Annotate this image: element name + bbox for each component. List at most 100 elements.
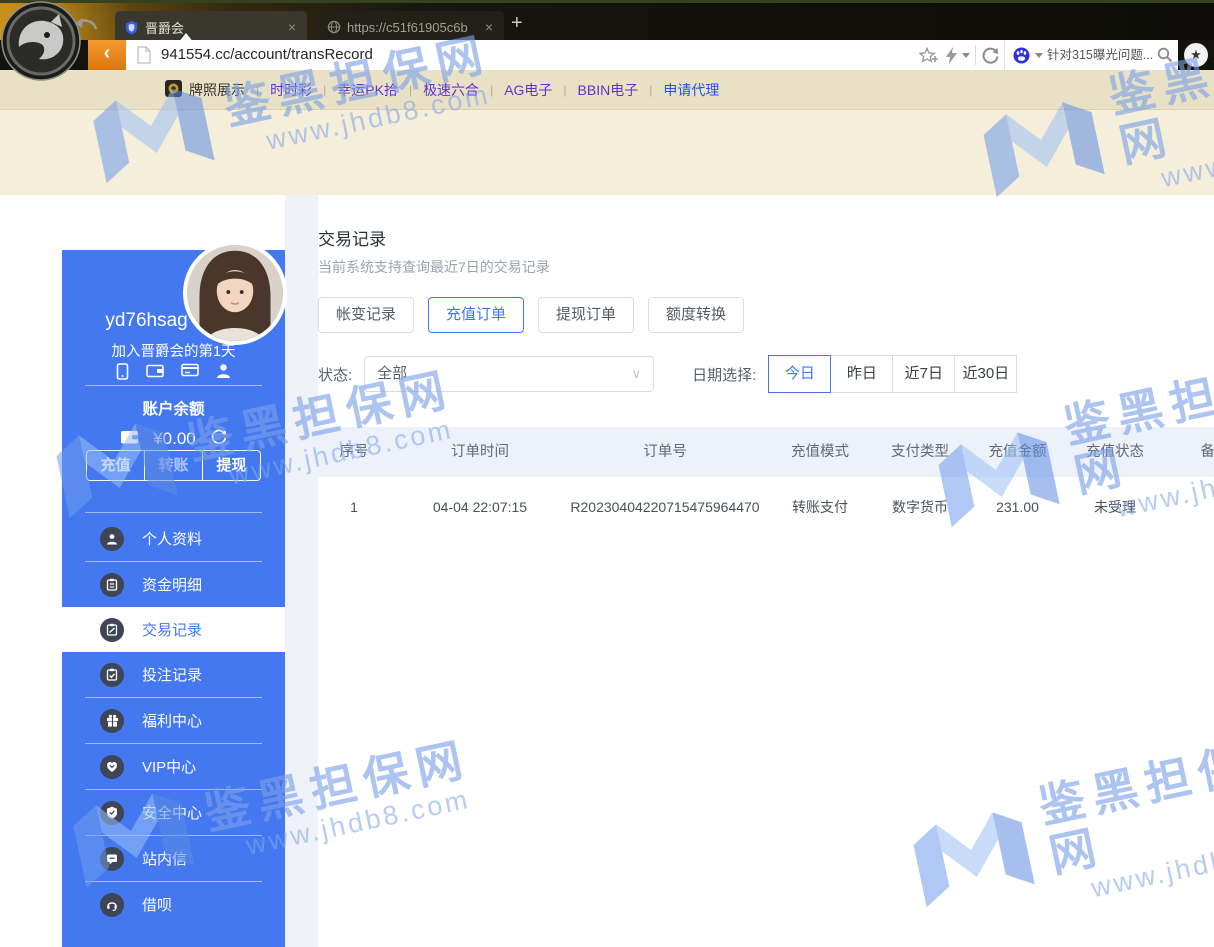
tab-withdraw-orders[interactable]: 提现订单 [538,297,634,333]
transfer-button[interactable]: 转账 [144,451,202,480]
date-yesterday-button[interactable]: 昨日 [830,355,893,393]
tab-close-icon[interactable]: × [286,19,298,35]
separator: | [563,83,566,97]
deposit-button[interactable]: 充值 [87,451,144,480]
tab-deposit-orders[interactable]: 充值订单 [428,297,524,333]
divider [85,385,262,386]
browser-search-box[interactable]: 针对315曝光问题... [1004,40,1178,70]
refresh-icon[interactable] [982,47,999,69]
separator: | [649,83,652,97]
browser-tab-bar: 晋爵会 × https://c51f61905c6b × + [0,0,1214,40]
cheetah-browser-logo[interactable] [1,1,81,86]
tab-quota-convert[interactable]: 额度转换 [648,297,744,333]
tab-title: 晋爵会 [145,18,280,37]
site-links-bar: 牌照展示 | 时时彩 | 幸运PK拾 | 极速六合 | AG电子 | BBIN电… [0,70,1214,110]
clipboard-check-icon [100,663,124,687]
quick-links [62,363,285,385]
page-body: yd76hsagVIP 0 加入晋爵会的第1天 账户余额 ¥0.00 充值 转账… [0,195,1214,947]
col-pay-type: 支付类型 [880,427,960,477]
license-link[interactable]: 牌照展示 [189,80,245,100]
headset-icon [100,893,124,917]
bank-card-icon[interactable] [181,363,199,385]
lightning-dropdown-caret[interactable] [962,53,970,58]
person-icon [100,527,124,551]
page-title: 交易记录 [318,225,386,250]
bookmark-add-icon[interactable] [919,47,939,69]
sidebar-item-vip-center[interactable]: VIP中心 [62,744,285,789]
license-icon [165,80,182,100]
tab-favicon-icon [124,20,139,35]
url-input[interactable]: 941554.cc/account/transRecord [161,40,373,70]
tab-account-change[interactable]: 帐变记录 [318,297,414,333]
gift-icon [100,709,124,733]
balance-actions: 充值 转账 提现 [86,450,261,481]
sidebar-item-funds-detail[interactable]: 资金明细 [62,562,285,607]
phone-icon[interactable] [116,363,129,385]
date-7days-button[interactable]: 近7日 [892,355,955,393]
apply-agent-link[interactable]: 申请代理 [663,80,719,100]
message-icon [100,847,124,871]
topbar-link-pk10[interactable]: 幸运PK拾 [337,80,398,100]
sidebar-item-site-mail[interactable]: 站内信 [62,836,285,881]
tab-close-icon[interactable]: × [483,19,495,35]
table-row: 1 04-04 22:07:15 R2023040422071547596447… [318,477,1214,537]
clipboard-pen-icon [100,618,124,642]
col-deposit-mode: 充值模式 [760,427,880,477]
date-label: 日期选择: [692,364,756,385]
cell-remark [1155,477,1214,537]
search-input[interactable]: 针对315曝光问题... [1047,40,1153,70]
col-status: 充值状态 [1075,427,1155,477]
search-engine-caret[interactable] [1035,53,1043,58]
sidebar-item-loan[interactable]: 借呗 [62,882,285,927]
favorites-star-button[interactable]: ★ [1184,43,1208,67]
refresh-balance-icon[interactable] [210,428,227,450]
person-icon[interactable] [216,363,231,385]
clipboard-icon [100,573,124,597]
new-tab-button[interactable]: + [511,13,523,33]
col-index: 序号 [318,427,390,477]
separator: | [490,83,493,97]
filter-row: 状态: 全部 ∨ 日期选择: 今日 昨日 近7日 近30日 [318,355,1017,393]
search-icon[interactable] [1157,47,1173,68]
cell-order-time: 04-04 22:07:15 [390,477,570,537]
cell-order-no: R20230404220715475964470 [570,477,760,537]
wallet-icon [120,429,139,450]
lightning-icon[interactable] [946,47,957,69]
withdraw-button[interactable]: 提现 [202,451,260,480]
sidebar-item-transaction-record[interactable]: 交易记录 [62,607,285,652]
date-today-button[interactable]: 今日 [768,355,831,393]
cell-deposit-mode: 转账支付 [760,477,880,537]
transaction-record-panel: 交易记录 当前系统支持查询最近7日的交易记录 帐变记录 充值订单 提现订单 额度… [318,195,1214,947]
wallet-icon[interactable] [146,363,164,385]
topbar-link-ssc[interactable]: 时时彩 [270,80,312,100]
sidebar-item-welfare-center[interactable]: 福利中心 [62,698,285,743]
globe-icon [327,20,341,34]
shield-check-icon [100,801,124,825]
status-select[interactable]: 全部 ∨ [364,356,654,392]
tab-title: https://c51f61905c6b [347,20,477,35]
layout-gap [285,195,318,947]
separator: | [409,83,412,97]
balance-amount: ¥0.00 [153,429,196,449]
topbar-link-liuhe[interactable]: 极速六合 [423,80,479,100]
toolbar-divider [975,45,976,65]
topbar-link-ag[interactable]: AG电子 [504,80,552,100]
page-subtitle: 当前系统支持查询最近7日的交易记录 [318,257,550,277]
baidu-paw-icon[interactable] [1013,47,1030,69]
date-30days-button[interactable]: 近30日 [954,355,1017,393]
record-type-tabs: 帐变记录 充值订单 提现订单 额度转换 [318,297,744,333]
vip-badge-icon [100,755,124,779]
sidebar-item-bet-record[interactable]: 投注记录 [62,652,285,697]
browser-tab-active[interactable]: 晋爵会 × [115,11,307,43]
sidebar-menu: 个人资料 资金明细 交易记录 投注记录 福利中心 [62,516,285,927]
col-amount: 充值金额 [960,427,1075,477]
browser-tab-inactive[interactable]: https://c51f61905c6b × [318,11,504,43]
sidebar-item-profile[interactable]: 个人资料 [62,516,285,561]
username: yd76hsag [105,310,187,331]
status-value: 全部 [377,365,407,382]
col-order-time: 订单时间 [390,427,570,477]
sidebar-item-security-center[interactable]: 安全中心 [62,790,285,835]
browser-back-button[interactable]: ‹ [88,40,126,70]
topbar-link-bbin[interactable]: BBIN电子 [578,80,639,100]
cell-index: 1 [318,477,390,537]
